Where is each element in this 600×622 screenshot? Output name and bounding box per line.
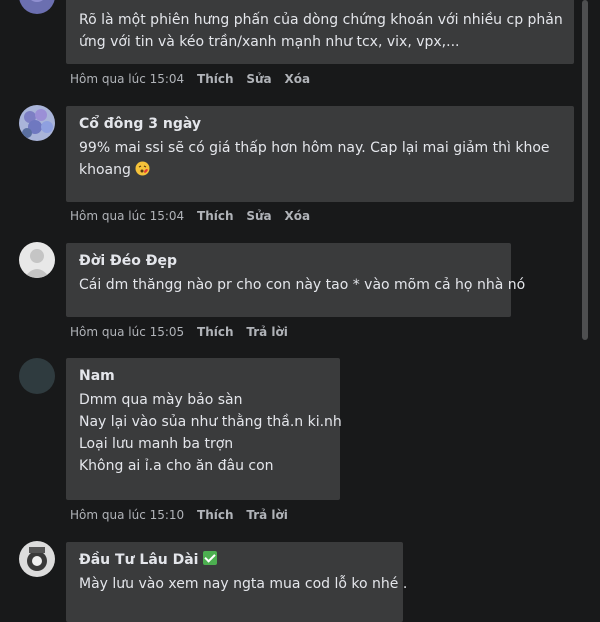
comment-text-line: khoang bbox=[79, 159, 561, 183]
avatar[interactable] bbox=[19, 541, 55, 577]
comment-author[interactable]: Đời Đéo Đẹp bbox=[79, 251, 498, 271]
comment-time: Hôm qua lúc 15:05 bbox=[70, 325, 185, 339]
comment-author[interactable]: Đầu Tư Lâu Dài bbox=[79, 552, 199, 568]
comment-meta: Hôm qua lúc 15:04 Thích Sửa Xóa bbox=[70, 208, 319, 224]
avatar[interactable] bbox=[19, 358, 55, 394]
reply-button[interactable]: Trả lời bbox=[246, 508, 288, 522]
like-button[interactable]: Thích bbox=[197, 508, 234, 522]
comment-bubble: Cổ đông 3 ngày 99% mai ssi sẽ có giá thấ… bbox=[66, 106, 574, 202]
avatar[interactable] bbox=[19, 242, 55, 278]
comment-time: Hôm qua lúc 15:10 bbox=[70, 508, 185, 522]
comment-bubble: Đầu Tư Lâu Dài Mày lưu vào xem nay ngta … bbox=[66, 542, 408, 622]
reply-button[interactable]: Trả lời bbox=[246, 325, 288, 339]
comment-time: Hôm qua lúc 15:04 bbox=[70, 72, 185, 86]
edit-button[interactable]: Sửa bbox=[246, 209, 271, 223]
comment-meta: Hôm qua lúc 15:05 Thích Trả lời bbox=[70, 324, 297, 340]
comment-author[interactable]: Nam bbox=[79, 366, 327, 386]
comment-text: 99% mai ssi sẽ có giá thấp hơn hôm nay. … bbox=[79, 140, 550, 156]
comment-author-row: Đầu Tư Lâu Dài bbox=[79, 550, 390, 570]
comment-meta: Hôm qua lúc 15:10 Thích Trả lời bbox=[70, 507, 297, 523]
check-mark-icon bbox=[202, 551, 217, 565]
edit-button[interactable]: Sửa bbox=[246, 72, 271, 86]
comment-text: ứng với tin và kéo trần/xanh mạnh như tc… bbox=[79, 34, 460, 50]
comment-bubble: Đời Đéo Đẹp Cái dm thăngg nào pr cho con… bbox=[66, 243, 526, 317]
comment-text: Cái dm thăngg nào pr cho con này tao * v… bbox=[79, 277, 526, 293]
scrollbar[interactable] bbox=[582, 0, 588, 340]
like-button[interactable]: Thích bbox=[197, 209, 234, 223]
comment-text: Nay lại vào sủa như thằng thầ.n ki.nh bbox=[79, 414, 342, 430]
comment-author[interactable]: Cổ đông 3 ngày bbox=[79, 114, 561, 134]
face-blowing-kiss-emoji bbox=[135, 161, 150, 183]
comment-text: Mày lưu vào xem nay ngta mua cod lỗ ko n… bbox=[79, 576, 408, 592]
delete-button[interactable]: Xóa bbox=[284, 209, 310, 223]
comment-text: Không ai ỉ.a cho ăn đâu con bbox=[79, 458, 274, 474]
comment-text: khoang bbox=[79, 162, 131, 178]
comment-text: Loại lưu manh ba trợn bbox=[79, 436, 234, 452]
like-button[interactable]: Thích bbox=[197, 325, 234, 339]
like-button[interactable]: Thích bbox=[197, 72, 234, 86]
comment-time: Hôm qua lúc 15:04 bbox=[70, 209, 185, 223]
avatar[interactable] bbox=[19, 0, 55, 14]
comment-text: Dmm qua mày bảo sàn bbox=[79, 392, 243, 408]
comment-bubble: Rõ là một phiên hưng phấn của dòng chứng… bbox=[66, 0, 574, 64]
avatar[interactable] bbox=[19, 105, 55, 141]
comment-bubble: Nam Dmm qua mày bảo sàn Nay lại vào sủa … bbox=[66, 358, 342, 500]
comment-text: Rõ là một phiên hưng phấn của dòng chứng… bbox=[79, 12, 563, 28]
delete-button[interactable]: Xóa bbox=[284, 72, 310, 86]
comment-meta: Hôm qua lúc 15:04 Thích Sửa Xóa bbox=[70, 71, 319, 87]
